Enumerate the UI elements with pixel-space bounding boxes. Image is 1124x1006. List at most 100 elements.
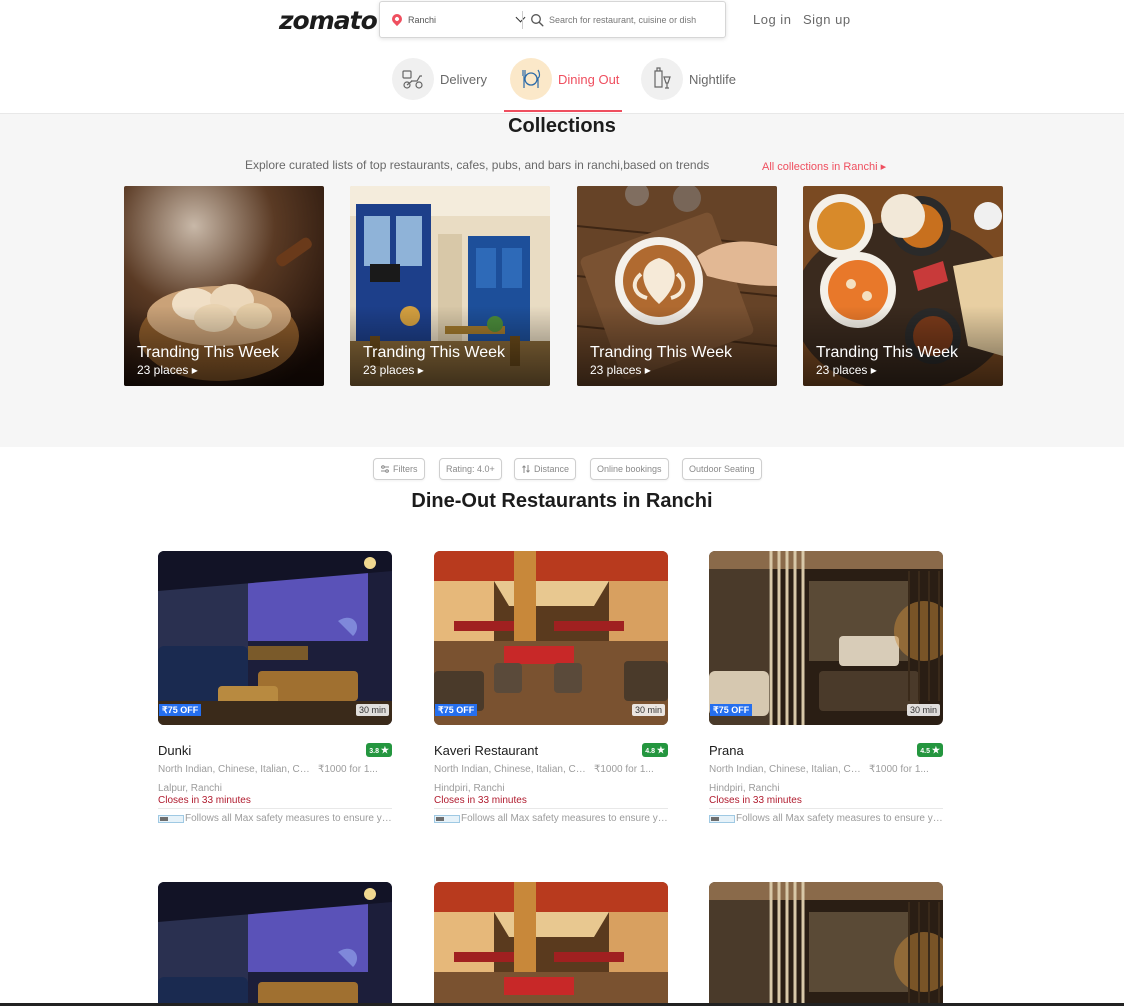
- eta-badge: 30 min: [906, 704, 940, 716]
- cuisine-text: North Indian, Chinese, Italian, Continen…: [158, 764, 313, 775]
- offer-badge: ₹75 OFF: [710, 704, 753, 716]
- restaurant-name[interactable]: Prana: [709, 743, 744, 758]
- page: zomato Ranchi Log in Sign up Delivery: [0, 0, 1124, 1006]
- cost-text: ₹1000 for 1...: [318, 764, 378, 775]
- safety-badge-icon: [709, 815, 735, 823]
- card-divider: [158, 808, 392, 809]
- restaurant-image: [709, 882, 943, 1006]
- login-link[interactable]: Log in: [753, 12, 791, 27]
- collection-places-label: 23 places: [363, 363, 415, 377]
- collection-name: Tranding This Week: [137, 344, 279, 361]
- collection-card[interactable]: Tranding This Week 23 places ▸: [124, 186, 324, 386]
- eta-badge: 30 min: [631, 704, 665, 716]
- cuisine-text: North Indian, Chinese, Italian, Continen…: [434, 764, 589, 775]
- dining-out-icon: [510, 58, 552, 100]
- sort-arrows-icon: [522, 465, 530, 473]
- signup-link[interactable]: Sign up: [803, 12, 851, 27]
- all-collections-label: All collections in Ranchi: [762, 161, 878, 173]
- collection-card[interactable]: Tranding This Week 23 places ▸: [803, 186, 1003, 386]
- safety-text: Follows all Max safety measures to ensur…: [736, 813, 943, 824]
- rating-chip[interactable]: Rating: 4.0+: [439, 458, 502, 480]
- restaurant-location: Lalpur, Ranchi: [158, 783, 222, 794]
- tab-nightlife-label: Nightlife: [689, 72, 736, 87]
- caret-right-icon: ▸: [641, 363, 651, 377]
- caret-right-icon: ▸: [188, 363, 198, 377]
- cuisine-text: North Indian, Chinese, Italian, Continen…: [709, 764, 864, 775]
- restaurant-card[interactable]: [709, 882, 943, 1006]
- filters-chip[interactable]: Filters: [373, 458, 425, 480]
- prana-interior-image: [709, 551, 943, 725]
- star-icon: ★: [380, 745, 389, 755]
- filter-icon: [381, 465, 389, 473]
- restaurant-card[interactable]: [158, 882, 392, 1006]
- kaveri-interior-image: [434, 551, 668, 725]
- collection-places-label: 23 places: [590, 363, 642, 377]
- delivery-icon: [392, 58, 434, 100]
- active-tab-indicator: [504, 110, 622, 112]
- collection-card[interactable]: Tranding This Week 23 places ▸: [350, 186, 550, 386]
- distance-chip[interactable]: Distance: [514, 458, 577, 480]
- closing-time: Closes in 33 minutes: [709, 795, 802, 806]
- online-bookings-chip[interactable]: Online bookings: [590, 458, 669, 480]
- rating-value: 3.8: [369, 748, 379, 755]
- eta-badge: 30 min: [355, 704, 389, 716]
- restaurant-name[interactable]: Dunki: [158, 743, 191, 758]
- collection-name: Tranding This Week: [816, 344, 958, 361]
- distance-label: Distance: [534, 464, 570, 474]
- search-bar: Ranchi: [379, 1, 726, 38]
- collection-places: 23 places ▸: [590, 363, 651, 377]
- dunki-interior-image: [158, 882, 392, 1006]
- rating-value: 4.5: [920, 748, 930, 755]
- collection-places-label: 23 places: [137, 363, 189, 377]
- search-icon: [531, 14, 544, 27]
- tab-delivery-label: Delivery: [440, 72, 487, 87]
- restaurant-image: ₹75 OFF 30 min: [709, 551, 943, 725]
- rating-badge: 3.8 ★: [366, 743, 392, 757]
- closing-time: Closes in 33 minutes: [434, 795, 527, 806]
- search-input[interactable]: [549, 12, 719, 28]
- restaurant-name[interactable]: Kaveri Restaurant: [434, 743, 538, 758]
- cost-text: ₹1000 for 1...: [594, 764, 654, 775]
- tab-dining-out-label: Dining Out: [558, 72, 620, 87]
- section-title: Dine-Out Restaurants in Ranchi: [411, 490, 713, 512]
- restaurant-location: Hindpiri, Ranchi: [434, 783, 505, 794]
- kaveri-interior-image: [434, 882, 668, 1006]
- nightlife-icon: [641, 58, 683, 100]
- collection-name: Tranding This Week: [590, 344, 732, 361]
- filters-label: Filters: [393, 464, 418, 474]
- collection-places-label: 23 places: [816, 363, 868, 377]
- dunki-interior-image: [158, 551, 392, 725]
- rating-value: 4.8: [645, 748, 655, 755]
- card-divider: [434, 808, 668, 809]
- chevron-down-icon[interactable]: [515, 12, 526, 23]
- star-icon: ★: [656, 745, 665, 755]
- collections-subtitle: Explore curated lists of top restaurants…: [245, 158, 710, 172]
- closing-time: Closes in 33 minutes: [158, 795, 251, 806]
- card-divider: [709, 808, 943, 809]
- safety-badge-icon: [434, 815, 460, 823]
- star-icon: ★: [931, 745, 940, 755]
- restaurant-location: Hindpiri, Ranchi: [709, 783, 780, 794]
- all-collections-link[interactable]: All collections in Ranchi ▸: [762, 160, 886, 173]
- caret-right-icon: ▸: [867, 363, 877, 377]
- caret-right-icon: ▸: [877, 161, 887, 173]
- collections-title: Collections: [508, 115, 616, 137]
- safety-badge-icon: [158, 815, 184, 823]
- restaurant-image: ₹75 OFF 30 min: [158, 551, 392, 725]
- collection-places: 23 places ▸: [363, 363, 424, 377]
- location-selector[interactable]: Ranchi: [389, 11, 526, 29]
- collection-places: 23 places ▸: [137, 363, 198, 377]
- offer-badge: ₹75 OFF: [435, 704, 478, 716]
- restaurant-image: [158, 882, 392, 1006]
- safety-text: Follows all Max safety measures to ensur…: [461, 813, 668, 824]
- zomato-logo[interactable]: zomato: [279, 6, 378, 35]
- restaurant-card[interactable]: [434, 882, 668, 1006]
- cost-text: ₹1000 for 1...: [869, 764, 929, 775]
- location-value: Ranchi: [408, 15, 437, 25]
- collection-card[interactable]: Tranding This Week 23 places ▸: [577, 186, 777, 386]
- restaurant-image: ₹75 OFF 30 min: [434, 551, 668, 725]
- outdoor-seating-chip[interactable]: Outdoor Seating: [682, 458, 762, 480]
- restaurant-image: [434, 882, 668, 1006]
- offer-badge: ₹75 OFF: [159, 704, 202, 716]
- rating-badge: 4.5 ★: [917, 743, 943, 757]
